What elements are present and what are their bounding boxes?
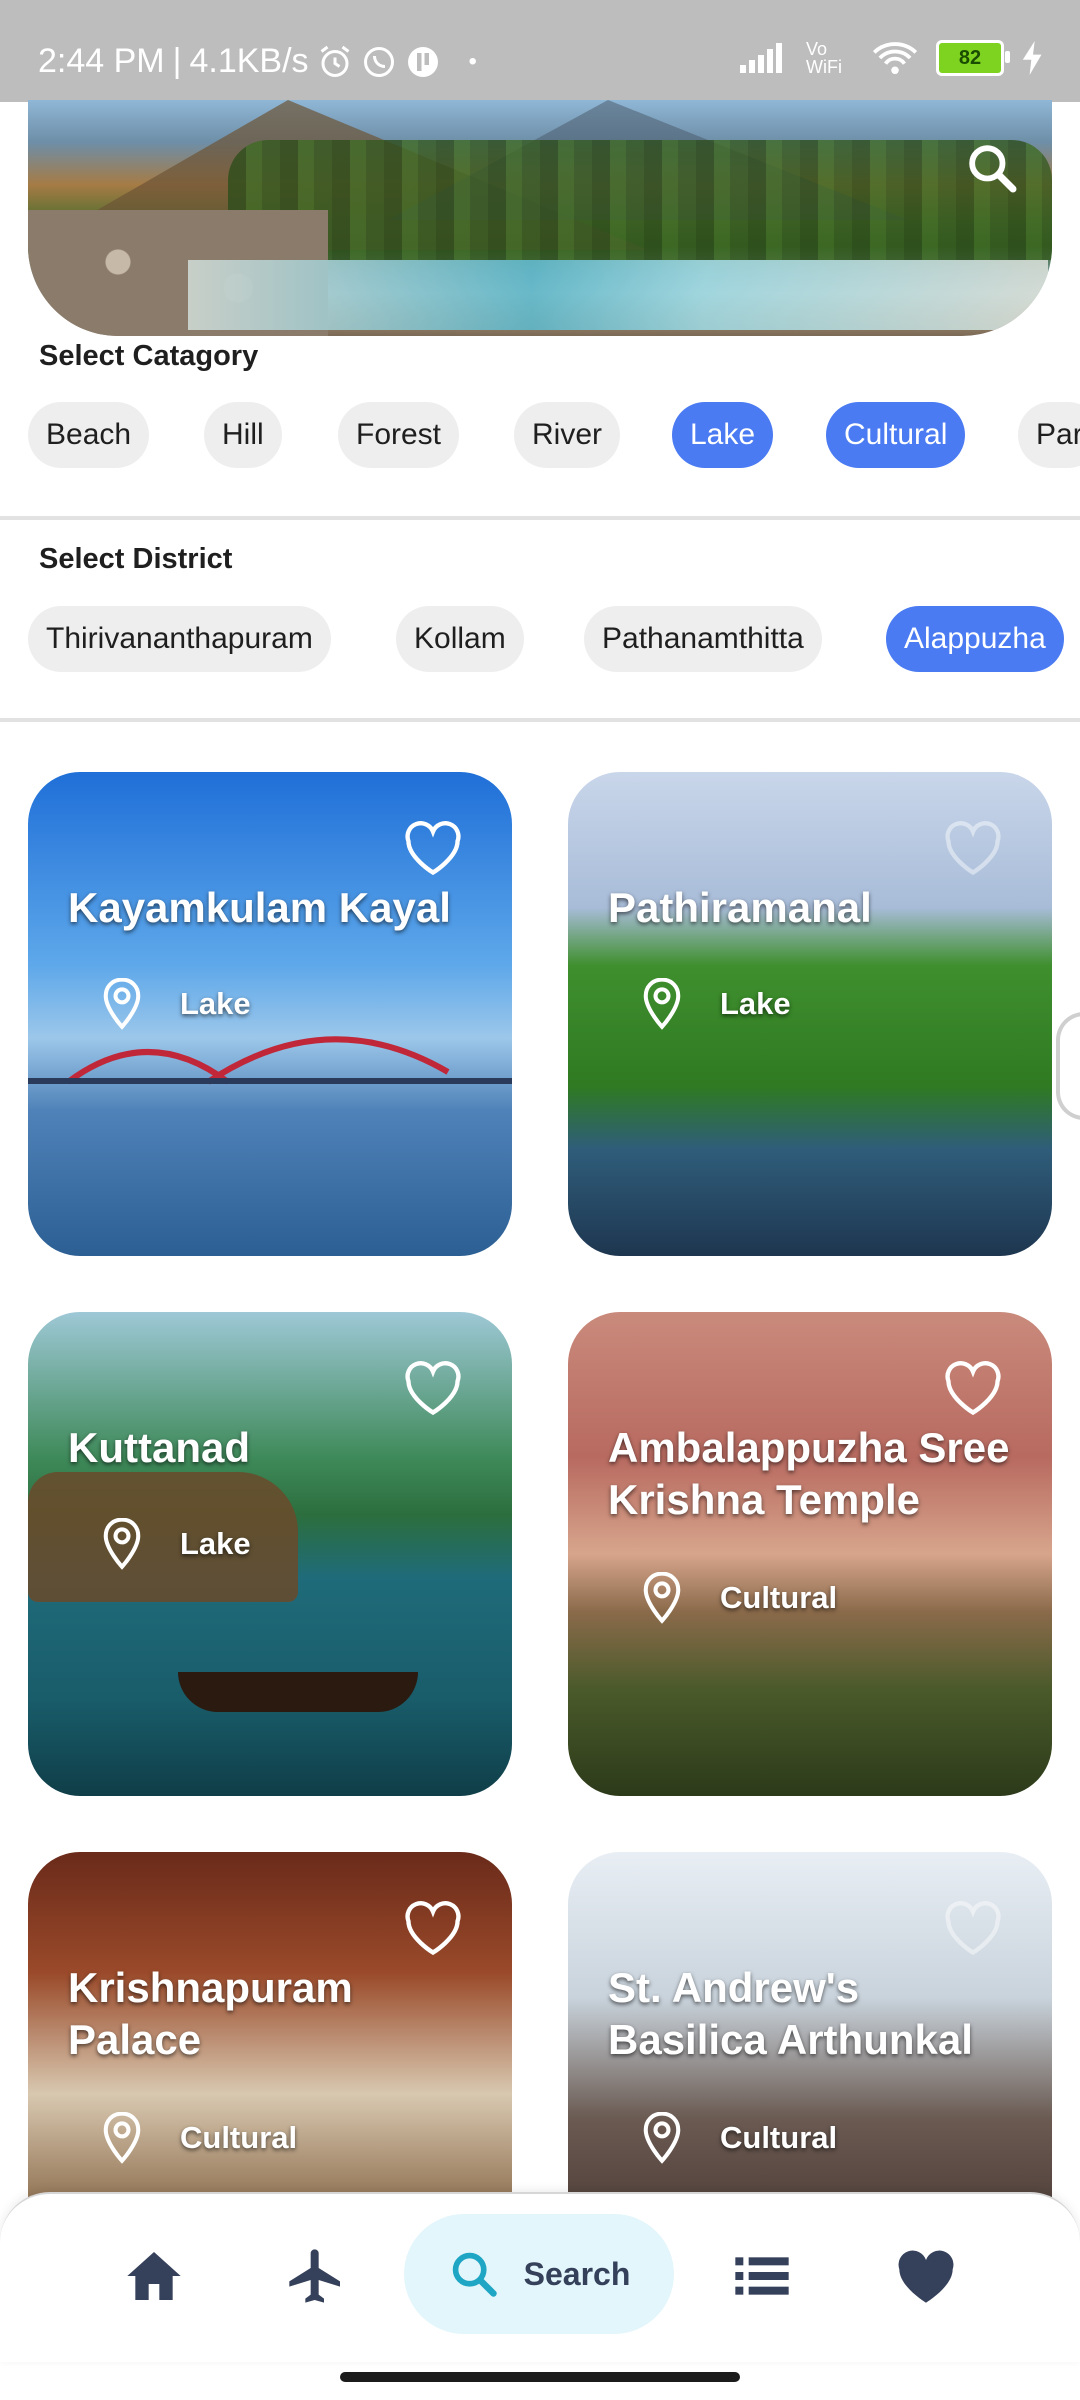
location-pin-icon	[103, 2112, 141, 2164]
location-pin-icon	[103, 1518, 141, 1570]
place-title: Pathiramanal	[608, 884, 872, 931]
wifi-icon	[872, 42, 918, 75]
place-category: Cultural	[720, 1580, 838, 1615]
app-icon	[407, 46, 438, 77]
alarm-icon	[320, 45, 349, 77]
place-title: Krishnapuram Palace	[68, 1964, 353, 2063]
heart-icon[interactable]	[400, 1898, 466, 1958]
whatsapp-icon	[363, 46, 394, 77]
location-pin-icon	[643, 1572, 681, 1624]
chip-hill[interactable]: Hill	[204, 402, 282, 468]
place-category: Lake	[180, 986, 251, 1021]
heart-icon[interactable]	[400, 818, 466, 878]
heart-icon[interactable]	[400, 1358, 466, 1418]
divider	[0, 516, 1080, 520]
chip-river[interactable]: River	[514, 402, 621, 468]
chip-pathanamthitta[interactable]: Pathanamthitta	[584, 606, 822, 672]
charging-icon	[1022, 41, 1042, 75]
location-pin-icon	[643, 2112, 681, 2164]
place-card[interactable]: Pathiramanal Lake	[568, 772, 1052, 1256]
category-label: Select Catagory	[39, 340, 259, 372]
divider	[0, 718, 1080, 722]
location-pin-icon	[643, 978, 681, 1030]
place-card[interactable]: Kayamkulam Kayal Lake	[28, 772, 512, 1256]
place-title: St. Andrew's Basilica Arthunkal	[608, 1964, 973, 2063]
location-pin-icon	[103, 978, 141, 1030]
heart-icon[interactable]	[940, 1358, 1006, 1418]
place-title: Ambalappuzha Sree Krishna Temple	[608, 1424, 1010, 1523]
net-speed: 4.1KB/s	[189, 42, 309, 80]
place-category: Cultural	[180, 2120, 298, 2155]
place-title: Kuttanad	[68, 1424, 250, 1471]
chip-partial[interactable]: Par	[1018, 402, 1080, 468]
home-indicator[interactable]	[340, 2372, 740, 2382]
chip-thiruvananthapuram[interactable]: Thirivananthapuram	[28, 606, 331, 672]
bottom-navigation: Search	[0, 2192, 1080, 2362]
search-icon	[452, 2252, 497, 2297]
edge-handle[interactable]	[1056, 1012, 1080, 1120]
category-chips: Beach Hill Forest River Lake Cultural Pa…	[28, 402, 1080, 468]
place-category: Lake	[720, 986, 791, 1021]
dot-icon: •	[468, 47, 477, 75]
chip-kollam[interactable]: Kollam	[396, 606, 524, 672]
status-bar: 2:44 PM | 4.1KB/s • Vo WiFi 82	[0, 0, 1080, 102]
signal-icon	[740, 43, 782, 73]
hero-banner-image	[28, 100, 1052, 336]
list-icon[interactable]	[730, 2244, 794, 2308]
chip-beach[interactable]: Beach	[28, 402, 150, 468]
nav-search-label: Search	[523, 2255, 631, 2292]
bridge-illustration	[28, 1036, 512, 1085]
search-icon[interactable]	[964, 140, 1020, 196]
district-label: Select District	[39, 543, 233, 575]
home-icon[interactable]	[122, 2244, 186, 2308]
place-title: Kayamkulam Kayal	[68, 884, 451, 931]
airplane-icon[interactable]	[284, 2244, 348, 2308]
place-card[interactable]: Ambalappuzha Sree Krishna Temple Cultura…	[568, 1312, 1052, 1796]
heart-icon[interactable]	[940, 1898, 1006, 1958]
place-card[interactable]: Kuttanad Lake	[28, 1312, 512, 1796]
chip-forest[interactable]: Forest	[338, 402, 460, 468]
chip-alappuzha[interactable]: Alappuzha	[886, 606, 1064, 672]
vowifi-label: Vo WiFi	[806, 39, 842, 77]
battery-icon: 82	[936, 40, 1010, 76]
chip-cultural[interactable]: Cultural	[826, 402, 966, 468]
place-category: Cultural	[720, 2120, 838, 2155]
chip-lake[interactable]: Lake	[672, 402, 774, 468]
district-chips: Thirivananthapuram Kollam Pathanamthitta…	[28, 606, 1080, 672]
nav-search-button[interactable]: Search	[404, 2214, 674, 2334]
heart-icon[interactable]	[894, 2244, 958, 2308]
place-category: Lake	[180, 1526, 251, 1561]
canoe-illustration	[178, 1672, 418, 1712]
status-time: 2:44 PM	[38, 42, 165, 80]
heart-icon[interactable]	[940, 818, 1006, 878]
